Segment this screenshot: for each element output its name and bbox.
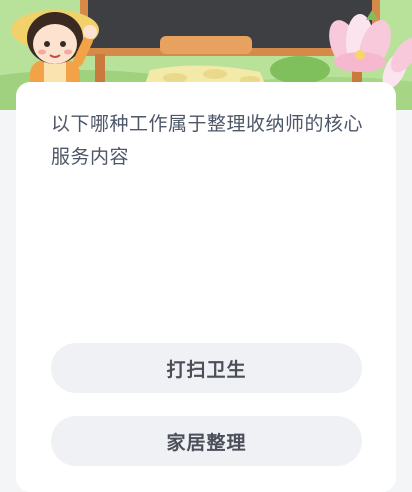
question-text: 以下哪种工作属于整理收纳师的核心服务内容 [51, 113, 364, 168]
answer-option-label: 家居整理 [166, 431, 247, 454]
quiz-card: 以下哪种工作属于整理收纳师的核心服务内容 打扫卫生 家居整理 [16, 82, 396, 492]
answer-option-home-organizing[interactable]: 家居整理 [51, 416, 362, 466]
answer-option-clean[interactable]: 打扫卫生 [51, 343, 362, 393]
answer-option-label: 打扫卫生 [166, 358, 247, 381]
